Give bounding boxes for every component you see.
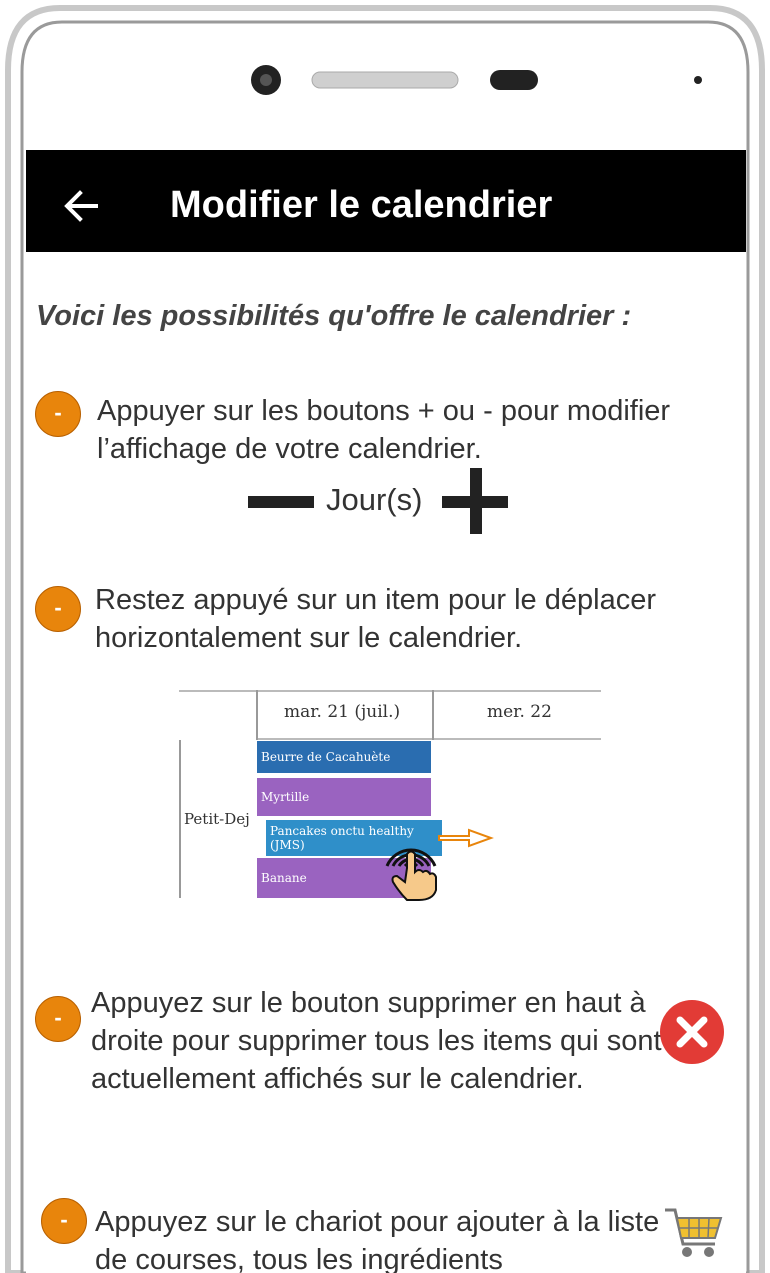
page-title: Modifier le calendrier (170, 184, 553, 226)
tip-delete: Appuyez sur le bouton supprimer en haut … (91, 987, 662, 1095)
intro-text: Voici les possibilités qu'offre le calen… (36, 300, 632, 332)
delete-button[interactable] (660, 1000, 724, 1064)
close-icon (676, 1016, 708, 1048)
shopping-cart-icon (665, 1208, 723, 1257)
calendar-item[interactable]: Beurre de Cacahuète (257, 741, 431, 773)
minus-icon (248, 496, 314, 508)
calendar-row-label: Petit-Dej (184, 810, 250, 828)
screen: Modifier le calendrier Voici les possibi… (26, 150, 746, 1273)
plus-icon-vertical (470, 468, 482, 534)
light-sensor (694, 76, 702, 84)
proximity-sensor (490, 70, 538, 90)
tip-drag: Restez appuyé sur un item pour le déplac… (95, 584, 656, 654)
bullet-icon: - (35, 586, 81, 632)
bullet-icon: - (35, 996, 81, 1042)
tip-zoom: Appuyer sur les boutons + ou - pour modi… (97, 395, 671, 465)
calendar-column-header: mar. 21 (juil.) (284, 702, 401, 722)
zoom-label: Jour(s) (326, 482, 423, 517)
hand-pointer-icon (385, 828, 494, 901)
arrow-right-icon (438, 828, 494, 848)
calendar-column-header: mer. 22 (487, 702, 552, 722)
tip-cart: Appuyez sur le chariot pour ajouter à la… (95, 1206, 660, 1273)
speaker-grille (311, 71, 459, 89)
bullet-icon: - (41, 1198, 87, 1244)
cart-button[interactable] (661, 1200, 725, 1264)
app-bar: Modifier le calendrier (26, 150, 746, 252)
zoom-illustration: Jour(s) (246, 468, 536, 538)
bullet-icon: - (35, 391, 81, 437)
back-button[interactable] (56, 180, 108, 232)
calendar-illustration: mar. 21 (juil.) mer. 22 Petit-Dej Beurre… (179, 690, 609, 904)
calendar-item[interactable]: Myrtille (257, 778, 431, 816)
arrow-left-icon (64, 190, 98, 222)
